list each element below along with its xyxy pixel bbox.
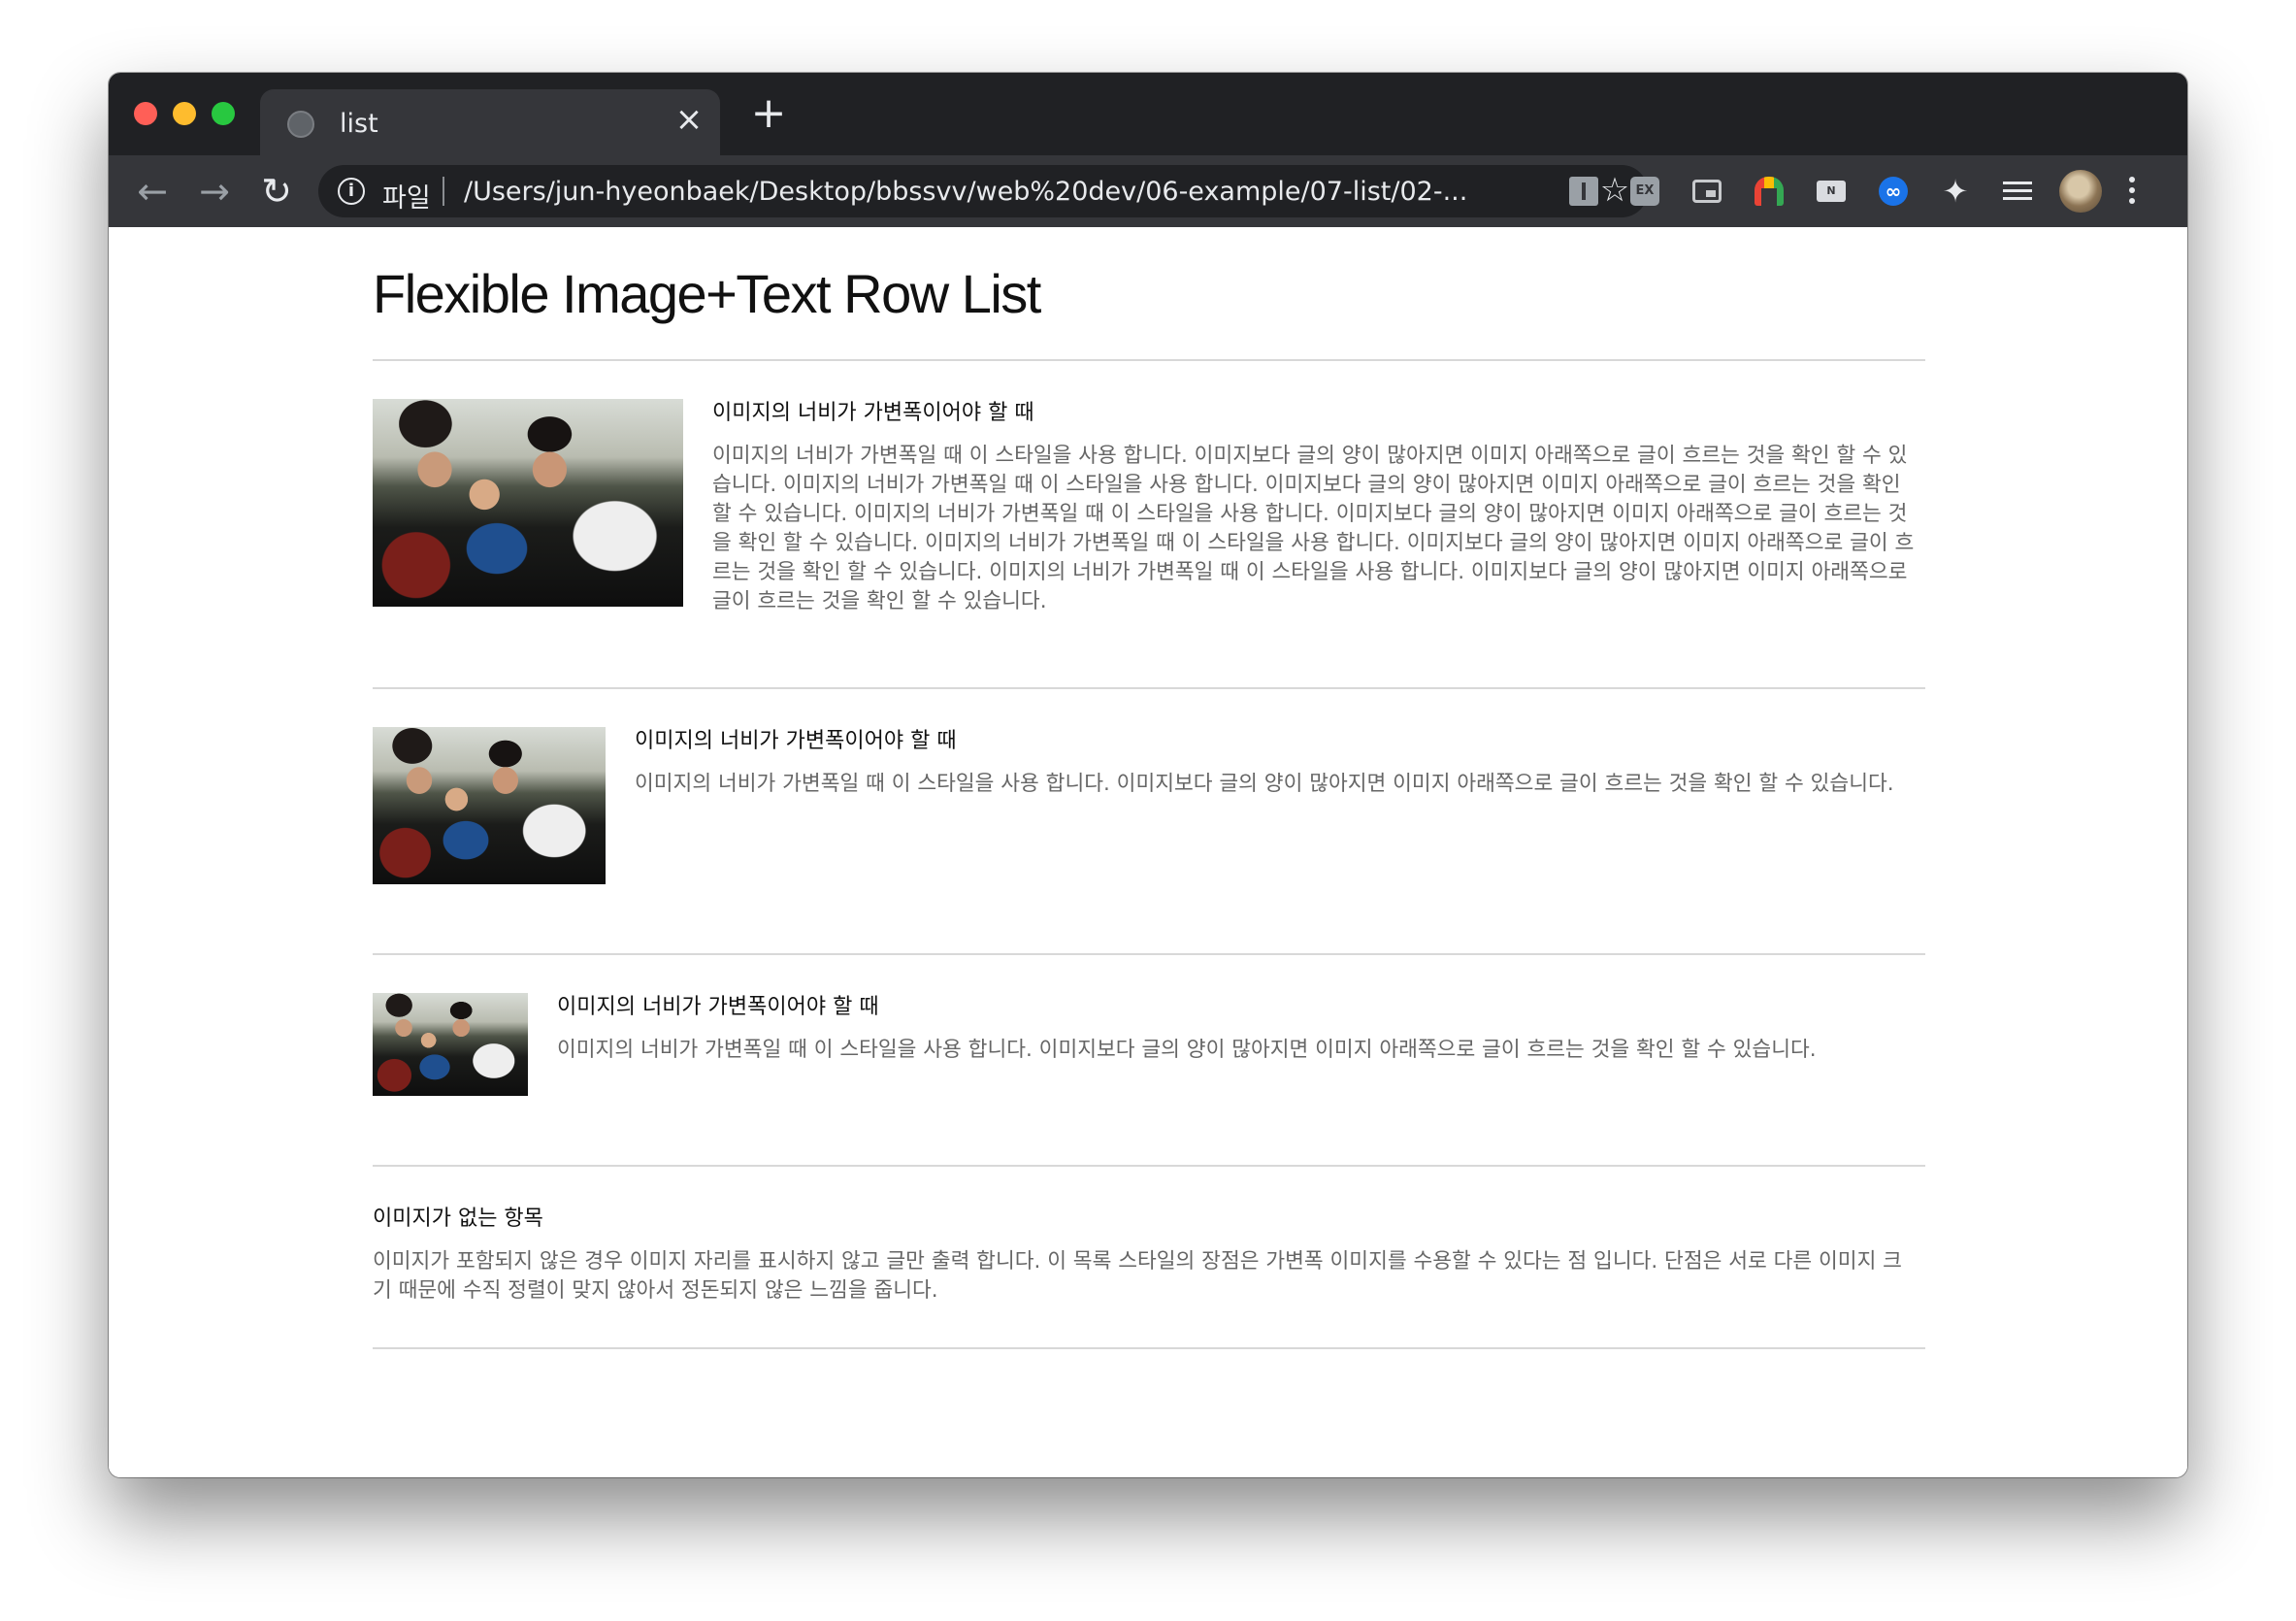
item-desc: 이미지의 너비가 가변폭일 때 이 스타일을 사용 합니다. 이미지보다 글의 … bbox=[712, 444, 1915, 613]
address-bar[interactable]: i 파일 /Users/jun-hyeonbaek/Desktop/bbssvv… bbox=[318, 165, 1648, 217]
extension-ex-icon[interactable]: EX bbox=[1630, 177, 1659, 206]
page-title: Flexible Image+Text Row List bbox=[373, 263, 1041, 324]
close-window-button[interactable] bbox=[134, 102, 157, 125]
family-photo bbox=[373, 993, 528, 1096]
item-title: 이미지의 너비가 가변폭이어야 할 때 bbox=[635, 729, 957, 753]
item-body: 이미지의 너비가 가변폭이어야 할 때 이미지의 너비가 가변폭일 때 이 스타… bbox=[712, 399, 1920, 616]
forward-button[interactable]: → bbox=[192, 169, 237, 214]
page-content: Flexible Image+Text Row List 이미지의 너비가 가변… bbox=[109, 227, 2187, 1477]
globe-icon bbox=[287, 111, 314, 138]
item-desc: 이미지의 너비가 가변폭일 때 이 스타일을 사용 합니다. 이미지보다 글의 … bbox=[557, 1038, 1817, 1062]
menu-icon[interactable] bbox=[2129, 177, 2139, 209]
reload-button[interactable]: ↻ bbox=[254, 169, 299, 214]
star-icon[interactable]: ☆ bbox=[1597, 173, 1632, 208]
tab-title: list bbox=[340, 109, 378, 139]
divider bbox=[373, 359, 1925, 361]
item-title: 이미지의 너비가 가변폭이어야 할 때 bbox=[557, 995, 879, 1019]
close-icon[interactable]: × bbox=[672, 103, 705, 136]
divider bbox=[373, 1347, 1925, 1349]
family-photo bbox=[373, 399, 683, 607]
browser-toolbar: ← → ↻ i 파일 /Users/jun-hyeonbaek/Desktop/… bbox=[109, 155, 2187, 227]
avatar[interactable] bbox=[2059, 170, 2102, 213]
extension-text-cursor-icon[interactable] bbox=[1569, 177, 1598, 206]
playlist-icon[interactable] bbox=[2003, 177, 2032, 206]
divider bbox=[373, 1165, 1925, 1167]
item-desc: 이미지의 너비가 가변폭일 때 이 스타일을 사용 합니다. 이미지보다 글의 … bbox=[635, 772, 1894, 796]
item-body: 이미지의 너비가 가변폭이어야 할 때 이미지의 너비가 가변폭일 때 이 스타… bbox=[557, 993, 1920, 1065]
item-title: 이미지가 없는 항목 bbox=[373, 1207, 543, 1231]
item-body: 이미지의 너비가 가변폭이어야 할 때 이미지의 너비가 가변폭일 때 이 스타… bbox=[635, 727, 1920, 799]
item-desc: 이미지가 포함되지 않은 경우 이미지 자리를 표시하지 않고 글만 출력 합니… bbox=[373, 1249, 1902, 1303]
new-tab-button[interactable]: + bbox=[749, 92, 788, 135]
minimize-window-button[interactable] bbox=[173, 102, 196, 125]
extension-pip-icon[interactable] bbox=[1692, 180, 1722, 203]
url-text[interactable]: /Users/jun-hyeonbaek/Desktop/bbssvv/web%… bbox=[464, 177, 1483, 207]
extension-notes-icon[interactable]: N bbox=[1817, 181, 1846, 202]
info-icon[interactable]: i bbox=[338, 178, 365, 205]
family-photo bbox=[373, 727, 606, 884]
extension-color-icon[interactable] bbox=[1755, 177, 1784, 206]
browser-window: list × + ← → ↻ i 파일 /Users/jun-hyeonbaek… bbox=[109, 73, 2187, 1477]
address-divider bbox=[443, 177, 444, 206]
title-bar: list × + bbox=[109, 73, 2187, 155]
item-title: 이미지의 너비가 가변폭이어야 할 때 bbox=[712, 401, 1034, 425]
tab-list[interactable]: list × bbox=[260, 89, 720, 155]
zoom-window-button[interactable] bbox=[212, 102, 235, 125]
scheme-label: 파일 bbox=[382, 183, 431, 214]
item-body: 이미지가 없는 항목 이미지가 포함되지 않은 경우 이미지 자리를 표시하지 … bbox=[373, 1205, 1920, 1306]
divider bbox=[373, 953, 1925, 955]
divider bbox=[373, 687, 1925, 689]
back-button[interactable]: ← bbox=[130, 169, 175, 214]
puzzle-icon[interactable]: ✦ bbox=[1941, 176, 1970, 207]
extension-loop-icon[interactable]: ∞ bbox=[1879, 177, 1908, 206]
